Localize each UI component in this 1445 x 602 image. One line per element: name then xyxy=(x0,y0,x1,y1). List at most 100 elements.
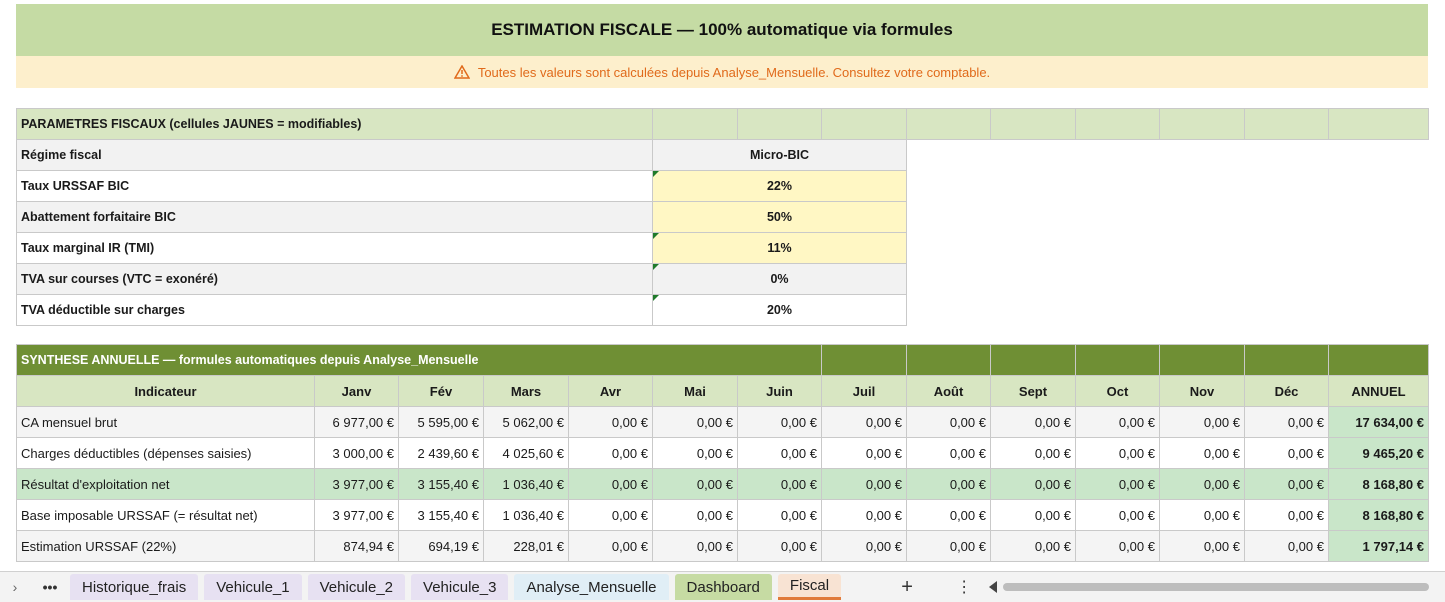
sheet-menu-button[interactable]: ⋮ xyxy=(949,577,979,597)
cell[interactable] xyxy=(1159,344,1245,376)
column-header[interactable]: Oct xyxy=(1075,375,1160,407)
month-value-cell[interactable]: 0,00 € xyxy=(737,499,822,531)
cell[interactable] xyxy=(821,108,907,140)
param-label[interactable]: Régime fiscal xyxy=(16,139,653,171)
month-value-cell[interactable]: 0,00 € xyxy=(652,468,738,500)
month-value-cell[interactable]: 1 036,40 € xyxy=(483,468,569,500)
month-value-cell[interactable]: 3 155,40 € xyxy=(398,499,484,531)
month-value-cell[interactable]: 0,00 € xyxy=(737,530,822,562)
param-value-editable[interactable]: 22% xyxy=(652,170,907,202)
month-value-cell[interactable]: 694,19 € xyxy=(398,530,484,562)
tab-vehicule-3[interactable]: Vehicule_3 xyxy=(411,574,509,600)
column-header[interactable]: Indicateur xyxy=(16,375,315,407)
tab-dashboard[interactable]: Dashboard xyxy=(674,574,772,600)
param-label[interactable]: TVA sur courses (VTC = exonéré) xyxy=(16,263,653,295)
cell[interactable] xyxy=(906,344,991,376)
month-value-cell[interactable]: 228,01 € xyxy=(483,530,569,562)
param-value-editable[interactable]: 11% xyxy=(652,232,907,264)
column-header[interactable]: Juil xyxy=(821,375,907,407)
column-header[interactable]: Sept xyxy=(990,375,1076,407)
month-value-cell[interactable]: 0,00 € xyxy=(906,437,991,469)
column-header[interactable]: ANNUEL xyxy=(1328,375,1429,407)
cell[interactable] xyxy=(737,108,822,140)
column-header[interactable]: Août xyxy=(906,375,991,407)
cell[interactable] xyxy=(1244,108,1329,140)
column-header[interactable]: Fév xyxy=(398,375,484,407)
month-value-cell[interactable]: 0,00 € xyxy=(821,499,907,531)
annual-total-cell[interactable]: 17 634,00 € xyxy=(1328,406,1429,438)
month-value-cell[interactable]: 3 977,00 € xyxy=(314,499,399,531)
column-header[interactable]: Juin xyxy=(737,375,822,407)
month-value-cell[interactable]: 0,00 € xyxy=(906,499,991,531)
month-value-cell[interactable]: 2 439,60 € xyxy=(398,437,484,469)
column-header[interactable]: Nov xyxy=(1159,375,1245,407)
annual-total-cell[interactable]: 9 465,20 € xyxy=(1328,437,1429,469)
month-value-cell[interactable]: 0,00 € xyxy=(906,530,991,562)
column-header[interactable]: Mars xyxy=(483,375,569,407)
month-value-cell[interactable]: 0,00 € xyxy=(1075,499,1160,531)
column-header[interactable]: Avr xyxy=(568,375,653,407)
cell[interactable] xyxy=(990,344,1076,376)
month-value-cell[interactable]: 0,00 € xyxy=(652,406,738,438)
month-value-cell[interactable]: 0,00 € xyxy=(1075,468,1160,500)
cell[interactable] xyxy=(990,108,1076,140)
cell[interactable] xyxy=(821,344,907,376)
row-label[interactable]: Résultat d'exploitation net xyxy=(16,468,315,500)
more-tabs-button[interactable]: ••• xyxy=(30,579,70,595)
annual-total-cell[interactable]: 1 797,14 € xyxy=(1328,530,1429,562)
param-value[interactable]: 20% xyxy=(652,294,907,326)
month-value-cell[interactable]: 0,00 € xyxy=(990,437,1076,469)
cell[interactable] xyxy=(1075,344,1160,376)
tab-analyse-mensuelle[interactable]: Analyse_Mensuelle xyxy=(514,574,669,600)
row-label[interactable]: Charges déductibles (dépenses saisies) xyxy=(16,437,315,469)
row-label[interactable]: Estimation URSSAF (22%) xyxy=(16,530,315,562)
param-value[interactable]: 0% xyxy=(652,263,907,295)
month-value-cell[interactable]: 0,00 € xyxy=(1244,406,1329,438)
column-header[interactable]: Déc xyxy=(1244,375,1329,407)
month-value-cell[interactable]: 0,00 € xyxy=(568,468,653,500)
month-value-cell[interactable]: 3 155,40 € xyxy=(398,468,484,500)
month-value-cell[interactable]: 0,00 € xyxy=(1159,406,1245,438)
month-value-cell[interactable]: 3 000,00 € xyxy=(314,437,399,469)
month-value-cell[interactable]: 0,00 € xyxy=(1244,468,1329,500)
month-value-cell[interactable]: 0,00 € xyxy=(1075,437,1160,469)
row-label[interactable]: Base imposable URSSAF (= résultat net) xyxy=(16,499,315,531)
month-value-cell[interactable]: 5 595,00 € xyxy=(398,406,484,438)
row-label[interactable]: CA mensuel brut xyxy=(16,406,315,438)
month-value-cell[interactable]: 0,00 € xyxy=(737,406,822,438)
month-value-cell[interactable]: 0,00 € xyxy=(652,499,738,531)
horizontal-scrollbar[interactable] xyxy=(989,580,1430,594)
month-value-cell[interactable]: 0,00 € xyxy=(568,406,653,438)
param-value-editable[interactable]: 50% xyxy=(652,201,907,233)
month-value-cell[interactable]: 0,00 € xyxy=(990,468,1076,500)
tab-vehicule-2[interactable]: Vehicule_2 xyxy=(307,574,406,600)
cell[interactable] xyxy=(1075,108,1160,140)
month-value-cell[interactable]: 0,00 € xyxy=(737,437,822,469)
scroll-thumb[interactable] xyxy=(1003,583,1430,591)
scroll-left-icon[interactable] xyxy=(989,581,998,593)
month-value-cell[interactable]: 5 062,00 € xyxy=(483,406,569,438)
month-value-cell[interactable]: 0,00 € xyxy=(652,437,738,469)
month-value-cell[interactable]: 0,00 € xyxy=(1244,530,1329,562)
month-value-cell[interactable]: 6 977,00 € xyxy=(314,406,399,438)
annual-total-cell[interactable]: 8 168,80 € xyxy=(1328,468,1429,500)
annual-total-cell[interactable]: 8 168,80 € xyxy=(1328,499,1429,531)
month-value-cell[interactable]: 0,00 € xyxy=(906,468,991,500)
month-value-cell[interactable]: 0,00 € xyxy=(1075,530,1160,562)
month-value-cell[interactable]: 0,00 € xyxy=(990,406,1076,438)
month-value-cell[interactable]: 0,00 € xyxy=(821,437,907,469)
month-value-cell[interactable]: 874,94 € xyxy=(314,530,399,562)
add-sheet-button[interactable]: + xyxy=(877,576,937,599)
column-header[interactable]: Janv xyxy=(314,375,399,407)
month-value-cell[interactable]: 0,00 € xyxy=(821,530,907,562)
param-label[interactable]: Abattement forfaitaire BIC xyxy=(16,201,653,233)
month-value-cell[interactable]: 0,00 € xyxy=(1159,468,1245,500)
cell[interactable] xyxy=(1159,108,1245,140)
month-value-cell[interactable]: 0,00 € xyxy=(568,437,653,469)
param-value[interactable]: Micro-BIC xyxy=(652,139,907,171)
month-value-cell[interactable]: 0,00 € xyxy=(568,499,653,531)
month-value-cell[interactable]: 0,00 € xyxy=(990,530,1076,562)
tab-vehicule-1[interactable]: Vehicule_1 xyxy=(204,574,302,600)
chevron-right-icon[interactable]: › xyxy=(0,579,30,595)
month-value-cell[interactable]: 0,00 € xyxy=(990,499,1076,531)
